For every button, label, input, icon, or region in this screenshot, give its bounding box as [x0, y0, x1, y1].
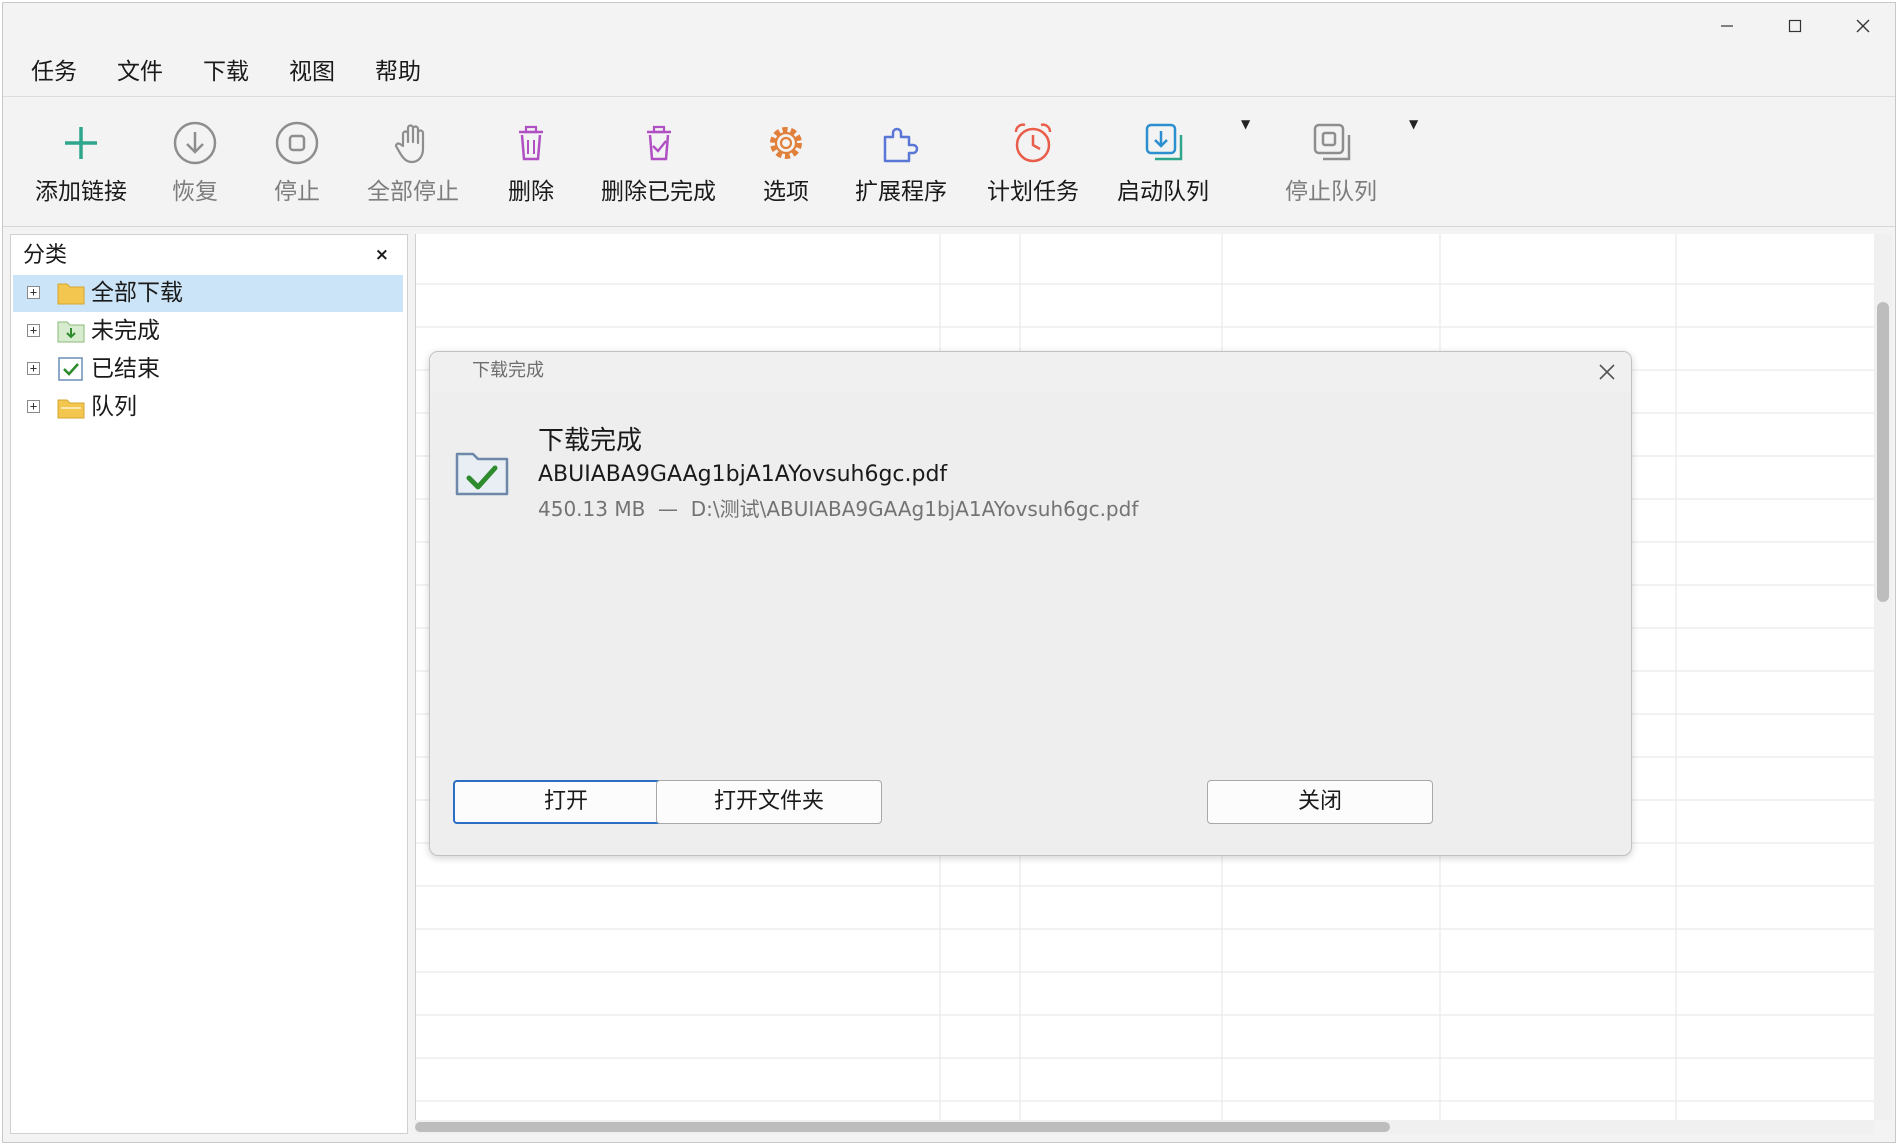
gear-icon: [760, 117, 812, 169]
minimize-icon: [1721, 25, 1733, 27]
file-path: D:\测试\ABUIABA9GAAg1bjA1AYovsuh6gc.pdf: [690, 497, 1139, 521]
menu-help[interactable]: 帮助: [375, 57, 421, 87]
tree-item-unfinished[interactable]: + 未完成: [13, 313, 403, 350]
resume-label: 恢复: [172, 179, 218, 205]
stop-button[interactable]: 停止: [271, 117, 323, 217]
start-queue-icon: [1137, 117, 1189, 169]
close-dialog-button[interactable]: 关闭: [1207, 780, 1433, 824]
puzzle-icon: [875, 117, 927, 169]
title-bar: [3, 3, 1895, 49]
stop-all-hand-icon: [387, 117, 439, 169]
delete-label: 删除: [508, 179, 554, 205]
open-file-button[interactable]: 打开: [453, 780, 679, 824]
resume-button[interactable]: 恢复: [169, 117, 221, 217]
stop-queue-dropdown[interactable]: ▼: [1409, 117, 1418, 131]
tree-item-label: 已结束: [91, 356, 160, 382]
add-link-icon: [55, 117, 107, 169]
expand-icon[interactable]: +: [27, 400, 40, 413]
start-queue-label: 启动队列: [1117, 179, 1209, 205]
open-folder-button[interactable]: 打开文件夹: [656, 780, 882, 824]
delete-button[interactable]: 删除: [505, 117, 557, 217]
dialog-title: 下载完成: [472, 360, 544, 381]
extensions-button[interactable]: 扩展程序: [855, 117, 947, 217]
horizontal-scrollbar-thumb[interactable]: [415, 1122, 1390, 1132]
horizontal-scrollbar[interactable]: [415, 1120, 1874, 1134]
dialog-close-button[interactable]: [1593, 358, 1621, 386]
scheduler-button[interactable]: 计划任务: [987, 117, 1079, 217]
tree-item-queue[interactable]: + 队列: [13, 389, 403, 426]
options-label: 选项: [763, 179, 809, 205]
download-details: 450.13 MB — D:\测试\ABUIABA9GAAg1bjA1AYovs…: [538, 496, 1138, 522]
minimize-button[interactable]: [1693, 3, 1761, 49]
tree-item-finished[interactable]: + 已结束: [13, 351, 403, 388]
close-icon: [1856, 19, 1870, 33]
extensions-label: 扩展程序: [855, 179, 947, 205]
tree-item-label: 全部下载: [91, 280, 183, 306]
expand-icon[interactable]: +: [27, 362, 40, 375]
vertical-scrollbar[interactable]: [1874, 234, 1892, 1120]
dialog-heading: 下载完成: [538, 426, 643, 456]
stop-all-label: 全部停止: [367, 179, 459, 205]
finished-check-icon: [58, 357, 83, 381]
trash-check-icon: [633, 117, 685, 169]
menu-task[interactable]: 任务: [31, 57, 77, 87]
tree-item-all-downloads[interactable]: + 全部下载: [13, 275, 403, 312]
add-link-label: 添加链接: [35, 179, 127, 205]
alarm-clock-icon: [1007, 117, 1059, 169]
close-window-button[interactable]: [1829, 3, 1897, 49]
downloaded-filename: ABUIABA9GAAg1bjA1AYovsuh6gc.pdf: [538, 462, 948, 487]
details-separator: —: [658, 497, 679, 521]
folder-icon: [57, 283, 85, 305]
file-size: 450.13 MB: [538, 497, 646, 521]
menu-view[interactable]: 视图: [289, 57, 335, 87]
stop-all-button[interactable]: 全部停止: [367, 117, 459, 217]
menu-file[interactable]: 文件: [117, 57, 163, 87]
expand-icon[interactable]: +: [27, 286, 40, 299]
delete-completed-button[interactable]: 删除已完成: [601, 117, 716, 217]
maximize-icon: [1788, 19, 1802, 33]
tree-item-label: 队列: [91, 394, 137, 420]
dialog-title-bar: 下载完成: [430, 352, 1631, 392]
folder-download-icon: [57, 321, 85, 343]
add-link-button[interactable]: 添加链接: [35, 117, 127, 217]
queue-folder-icon: [57, 399, 85, 419]
stop-icon: [271, 117, 323, 169]
start-queue-dropdown[interactable]: ▼: [1241, 117, 1250, 131]
delete-completed-label: 删除已完成: [601, 179, 716, 205]
stop-queue-icon: [1305, 117, 1357, 169]
tree-item-label: 未完成: [91, 318, 160, 344]
scheduler-label: 计划任务: [987, 179, 1079, 205]
vertical-scrollbar-thumb[interactable]: [1877, 302, 1889, 602]
start-queue-button[interactable]: 启动队列: [1117, 117, 1209, 217]
menu-download[interactable]: 下载: [203, 57, 249, 87]
expand-icon[interactable]: +: [27, 324, 40, 337]
download-complete-dialog: 下载完成 下载完成 ABUIABA9GAAg1bjA1AYovsuh6gc.pd…: [429, 351, 1632, 856]
stop-queue-button[interactable]: 停止队列: [1285, 117, 1377, 217]
stop-queue-label: 停止队列: [1285, 179, 1377, 205]
options-button[interactable]: 选项: [760, 117, 812, 217]
trash-icon: [505, 117, 557, 169]
category-panel: 分类 × + 全部下载 + 未完成 + 已结束 + 队列: [10, 234, 408, 1134]
resume-icon: [169, 117, 221, 169]
maximize-button[interactable]: [1761, 3, 1829, 49]
category-panel-close-button[interactable]: ×: [375, 242, 389, 268]
close-icon: [1599, 364, 1615, 380]
folder-check-icon: [455, 452, 509, 496]
toolbar: 添加链接 恢复 停止 全部停止 删除 删除已完成 选项 扩展程序 计划任务 启动…: [3, 97, 1895, 227]
menu-bar: 任务 文件 下载 视图 帮助: [3, 49, 1895, 97]
stop-label: 停止: [274, 179, 320, 205]
category-panel-title: 分类: [23, 243, 68, 268]
